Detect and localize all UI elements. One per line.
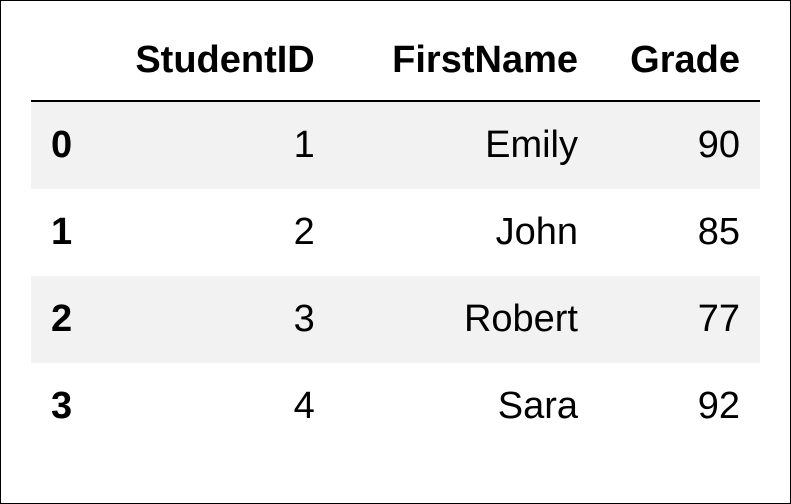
index-header: [31, 21, 112, 101]
cell-studentid: 1: [112, 101, 335, 189]
cell-studentid: 3: [112, 276, 335, 363]
cell-studentid: 2: [112, 189, 335, 276]
cell-firstname: Robert: [335, 276, 598, 363]
row-index: 0: [31, 101, 112, 189]
cell-firstname: John: [335, 189, 598, 276]
table-row: 3 4 Sara 92: [31, 363, 760, 450]
column-header-firstname: FirstName: [335, 21, 598, 101]
row-index: 1: [31, 189, 112, 276]
row-index: 2: [31, 276, 112, 363]
cell-grade: 92: [598, 363, 760, 450]
cell-grade: 90: [598, 101, 760, 189]
cell-firstname: Sara: [335, 363, 598, 450]
table-row: 1 2 John 85: [31, 189, 760, 276]
column-header-grade: Grade: [598, 21, 760, 101]
students-table: StudentID FirstName Grade 0 1 Emily 90 1…: [31, 21, 760, 450]
cell-studentid: 4: [112, 363, 335, 450]
cell-grade: 77: [598, 276, 760, 363]
column-header-studentid: StudentID: [112, 21, 335, 101]
cell-firstname: Emily: [335, 101, 598, 189]
table-row: 2 3 Robert 77: [31, 276, 760, 363]
cell-grade: 85: [598, 189, 760, 276]
table-row: 0 1 Emily 90: [31, 101, 760, 189]
table-header-row: StudentID FirstName Grade: [31, 21, 760, 101]
row-index: 3: [31, 363, 112, 450]
